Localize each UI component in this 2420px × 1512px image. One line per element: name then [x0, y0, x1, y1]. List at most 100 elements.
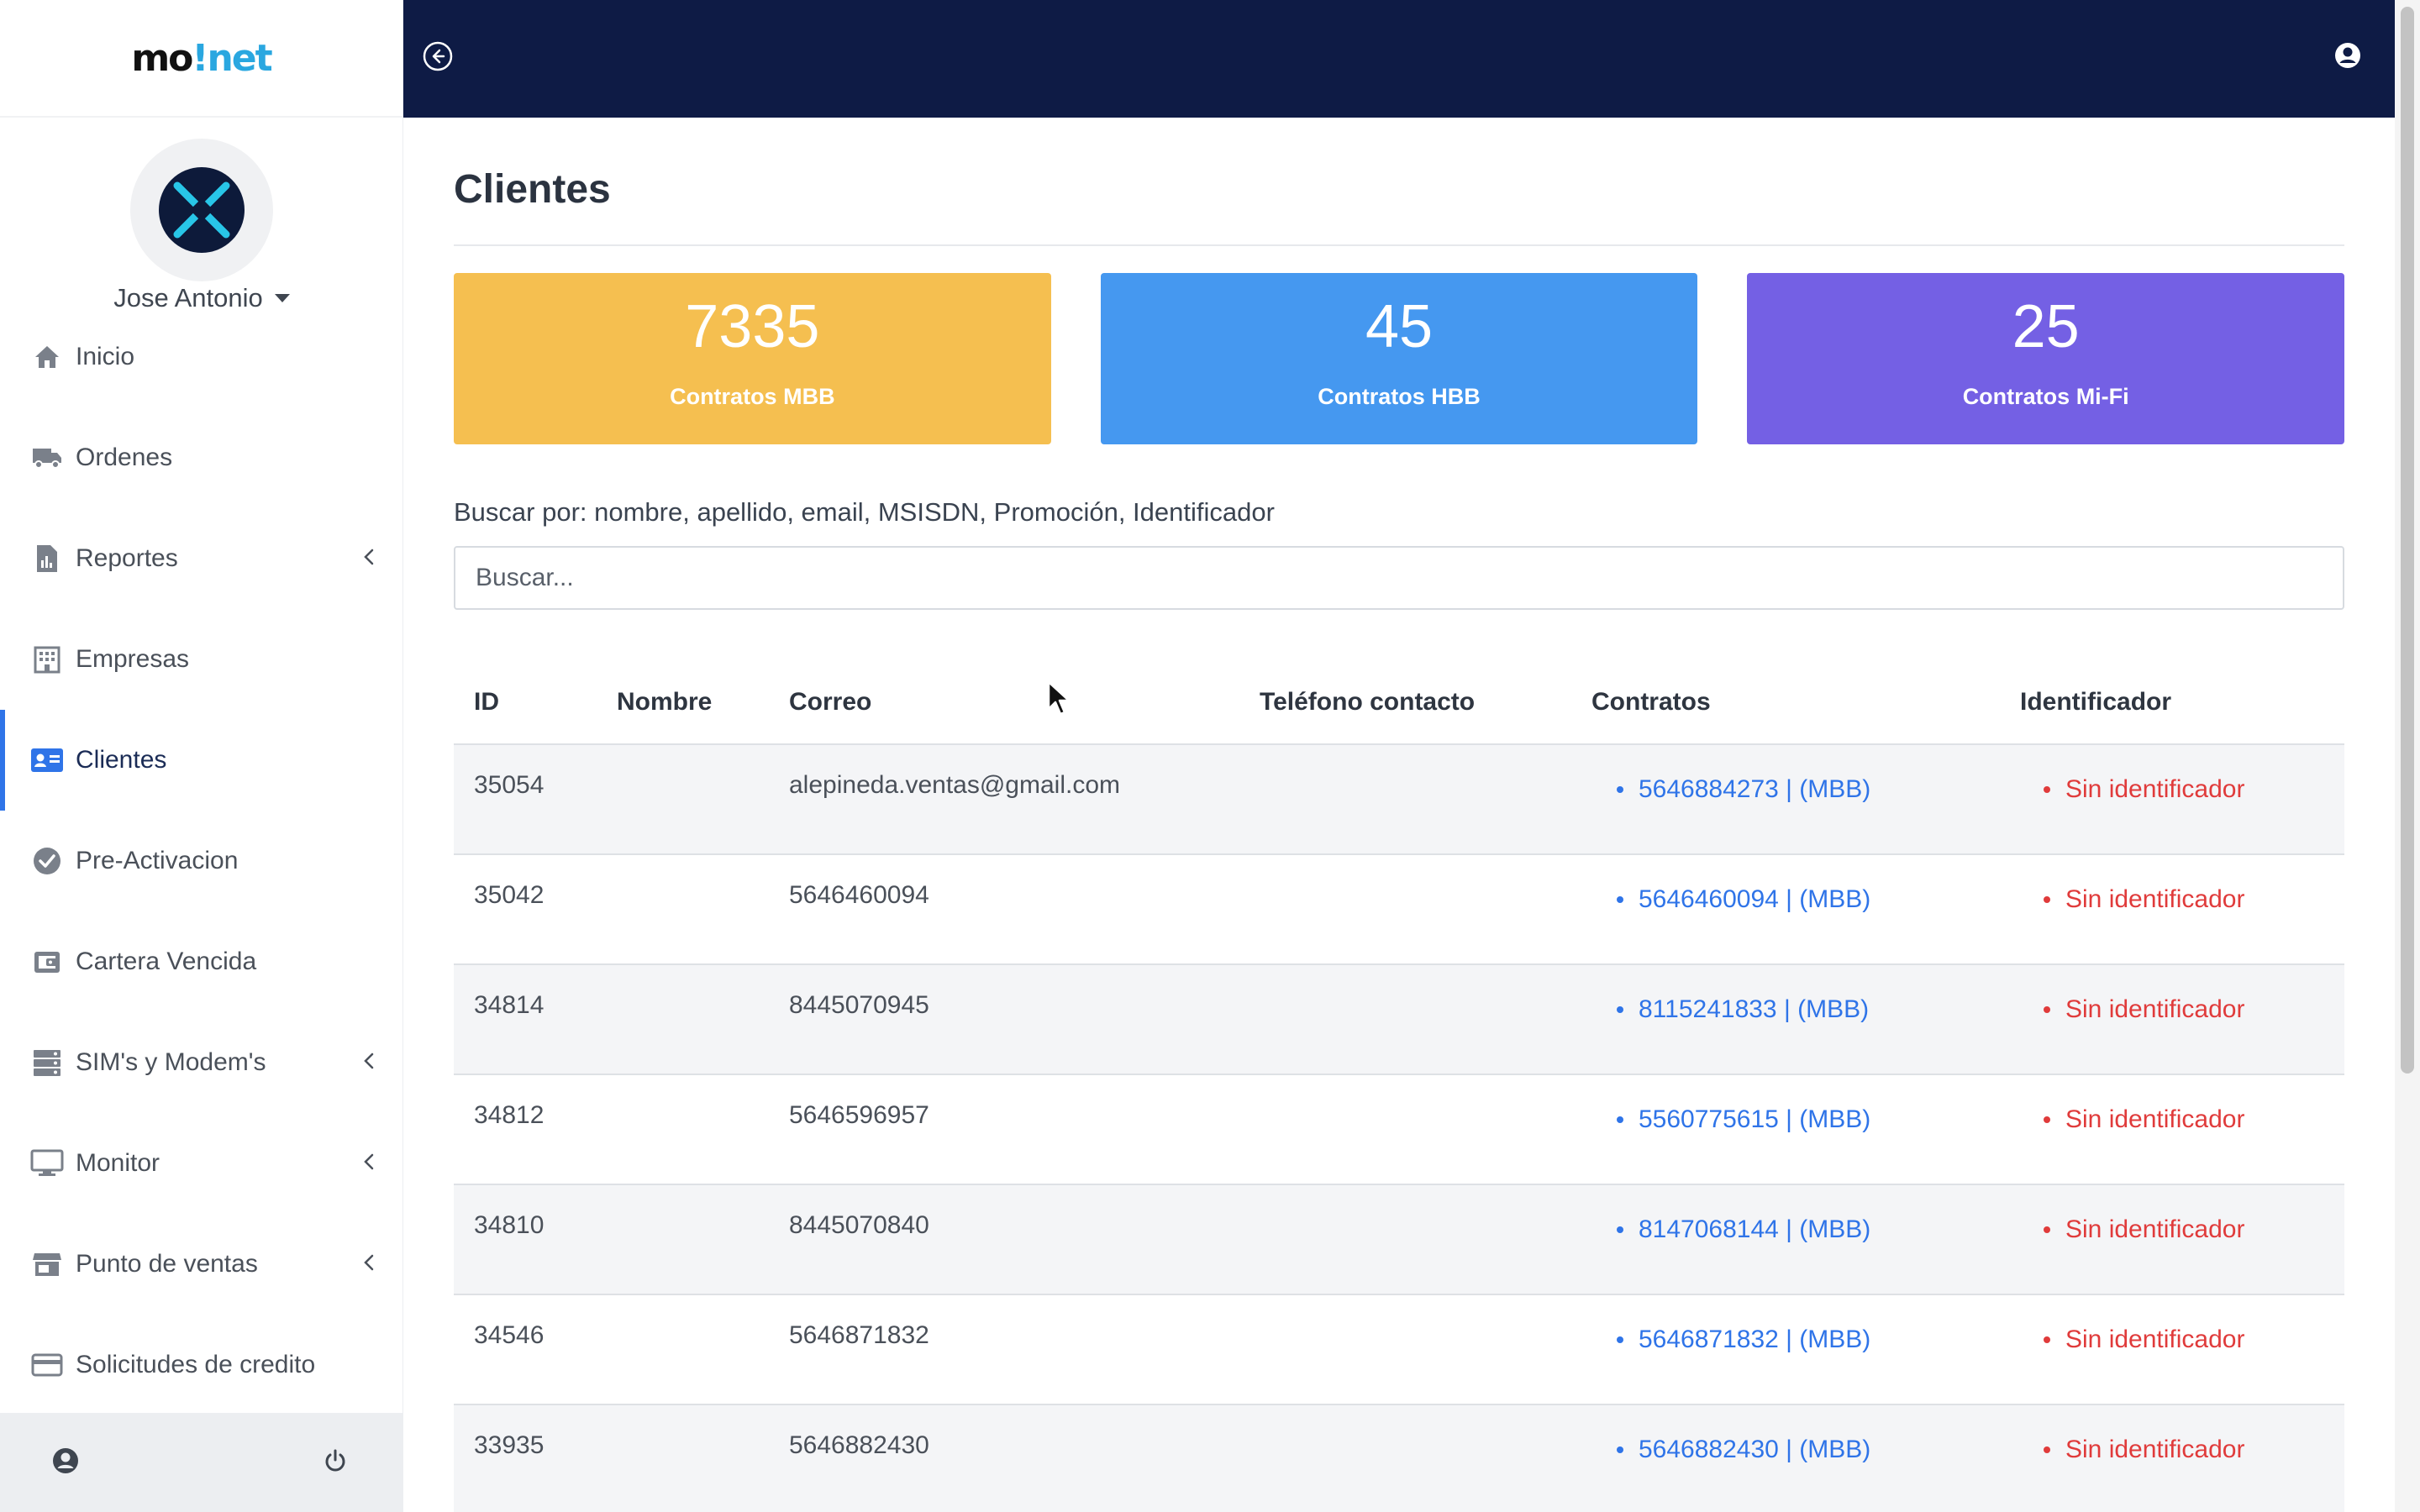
power-icon[interactable] [323, 1448, 348, 1478]
identifier-status: Sin identificador [2044, 1215, 2244, 1244]
contract-link[interactable]: 5646871832 | (MBB) [1617, 1326, 1870, 1354]
sidebar-footer [0, 1413, 403, 1512]
column-header[interactable]: Correo [769, 660, 1239, 745]
sidebar-item-punto-de-ventas[interactable]: Punto de ventas [0, 1214, 403, 1315]
column-header[interactable]: Identificador [2000, 660, 2344, 745]
scrollbar[interactable] [2395, 0, 2420, 1512]
monitor-icon [30, 1147, 64, 1180]
search-input[interactable] [454, 546, 2344, 610]
cell-id: 34814 [454, 964, 597, 1075]
mouse-cursor-icon [1047, 680, 1072, 722]
cell-correo: 5646871832 [769, 1294, 1239, 1405]
cell-id: 35042 [454, 854, 597, 965]
cell-nombre [597, 1184, 769, 1295]
cell-nombre [597, 1404, 769, 1512]
table-header-row: ID Nombre Correo Teléfono contacto Contratos… [454, 660, 2344, 745]
stat-value: 7335 [685, 293, 820, 360]
stat-label: Contratos HBB [1318, 384, 1481, 409]
report-icon [30, 542, 64, 575]
cell-correo: 8445070840 [769, 1184, 1239, 1295]
table-row[interactable]: 33935 5646882430 5646882430 | (MBB) Sin ide… [454, 1404, 2344, 1512]
contract-link[interactable]: 5646884273 | (MBB) [1617, 775, 1870, 804]
sidebar-item-pre-activacion[interactable]: Pre-Activacion [0, 811, 403, 911]
table-row[interactable]: 34546 5646871832 5646871832 | (MBB) Sin ide… [454, 1294, 2344, 1405]
cell-identificador: Sin identificador [2000, 854, 2344, 965]
logo-area[interactable]: mo!net [0, 0, 402, 118]
bullet-icon [1617, 896, 1623, 903]
sidebar-item-sim-s-y-modem-s[interactable]: SIM's y Modem's [0, 1012, 403, 1113]
logo[interactable]: mo!net [131, 36, 272, 80]
sidebar-item-label: Inicio [76, 343, 135, 370]
column-header[interactable]: Nombre [597, 660, 769, 745]
account-icon[interactable] [2334, 42, 2361, 73]
cell-telefono [1239, 964, 1571, 1075]
contract-link[interactable]: 8147068144 | (MBB) [1617, 1215, 1870, 1244]
cell-nombre [597, 1294, 769, 1405]
cell-telefono [1239, 744, 1571, 855]
collapse-sidebar-icon[interactable] [422, 40, 454, 76]
sidebar-item-clientes[interactable]: Clientes [0, 710, 403, 811]
contract-text: 5646884273 | (MBB) [1639, 775, 1871, 803]
cell-id: 33935 [454, 1404, 597, 1512]
identifier-text: Sin identificador [2065, 1436, 2245, 1463]
sidebar-item-empresas[interactable]: Empresas [0, 609, 403, 710]
cell-correo: alepineda.ventas@gmail.com [769, 744, 1239, 855]
scrollbar-thumb[interactable] [2401, 7, 2414, 1074]
cell-contratos: 8115241833 | (MBB) [1571, 964, 2000, 1075]
table-row[interactable]: 35054 alepineda.ventas@gmail.com 564688427… [454, 744, 2344, 855]
cell-telefono [1239, 854, 1571, 965]
stat-label: Contratos Mi-Fi [1962, 384, 2129, 409]
contract-text: 5560775615 | (MBB) [1639, 1105, 1871, 1133]
sidebar-nav: Inicio Ordenes Reportes Empresas Clientes Pre… [0, 307, 403, 1415]
search-label: Buscar por: nombre, apellido, email, MSI… [454, 497, 1275, 527]
store-icon [30, 1247, 64, 1281]
user-icon[interactable] [52, 1447, 79, 1478]
table-body: 35054 alepineda.ventas@gmail.com 564688427… [454, 744, 2344, 1512]
sidebar-item-solicitudes-de-credito[interactable]: Solicitudes de credito [0, 1315, 403, 1415]
cell-contratos: 8147068144 | (MBB) [1571, 1184, 2000, 1295]
sidebar-item-label: Punto de ventas [76, 1250, 258, 1278]
stat-value: 45 [1365, 293, 1434, 360]
sidebar-item-label: Pre-Activacion [76, 847, 239, 874]
column-header[interactable]: Teléfono contacto [1239, 660, 1571, 745]
cell-telefono [1239, 1074, 1571, 1185]
table-row[interactable]: 35042 5646460094 5646460094 | (MBB) Sin ide… [454, 854, 2344, 965]
identifier-status: Sin identificador [2044, 1436, 2244, 1464]
stat-card: 7335 Contratos MBB [454, 273, 1051, 444]
contract-link[interactable]: 5560775615 | (MBB) [1617, 1105, 1870, 1134]
contract-link[interactable]: 8115241833 | (MBB) [1617, 995, 1869, 1024]
cell-id: 34812 [454, 1074, 597, 1185]
identifier-status: Sin identificador [2044, 775, 2244, 804]
server-icon [30, 1046, 64, 1079]
sidebar-item-inicio[interactable]: Inicio [0, 307, 403, 407]
stat-label: Contratos MBB [670, 384, 835, 409]
sidebar-item-monitor[interactable]: Monitor [0, 1113, 403, 1214]
cell-contratos: 5646882430 | (MBB) [1571, 1404, 2000, 1512]
sidebar-item-ordenes[interactable]: Ordenes [0, 407, 403, 508]
contract-link[interactable]: 5646460094 | (MBB) [1617, 885, 1870, 914]
wallet-icon [30, 945, 64, 979]
home-icon [30, 340, 64, 374]
sidebar-item-label: Reportes [76, 544, 178, 572]
stat-card: 45 Contratos HBB [1100, 273, 1698, 444]
identifier-text: Sin identificador [2065, 775, 2245, 803]
sidebar-item-reportes[interactable]: Reportes [0, 508, 403, 609]
logo-suffix: !net [192, 36, 272, 80]
cell-telefono [1239, 1404, 1571, 1512]
table-row[interactable]: 34810 8445070840 8147068144 | (MBB) Sin ide… [454, 1184, 2344, 1295]
cell-identificador: Sin identificador [2000, 1184, 2344, 1295]
chevron-left-icon [363, 1149, 375, 1178]
contract-text: 8115241833 | (MBB) [1639, 995, 1870, 1023]
bullet-icon [2044, 786, 2050, 793]
table-row[interactable]: 34814 8445070945 8115241833 | (MBB) Sin ide… [454, 964, 2344, 1075]
bullet-icon [1617, 1006, 1623, 1013]
table-row[interactable]: 34812 5646596957 5560775615 | (MBB) Sin ide… [454, 1074, 2344, 1185]
bullet-icon [2044, 1116, 2050, 1123]
column-header[interactable]: ID [454, 660, 597, 745]
cell-nombre [597, 854, 769, 965]
cell-correo: 5646460094 [769, 854, 1239, 965]
column-header[interactable]: Contratos [1571, 660, 2000, 745]
sidebar-item-label: Clientes [76, 746, 167, 774]
sidebar-item-cartera-vencida[interactable]: Cartera Vencida [0, 911, 403, 1012]
contract-link[interactable]: 5646882430 | (MBB) [1617, 1436, 1870, 1464]
